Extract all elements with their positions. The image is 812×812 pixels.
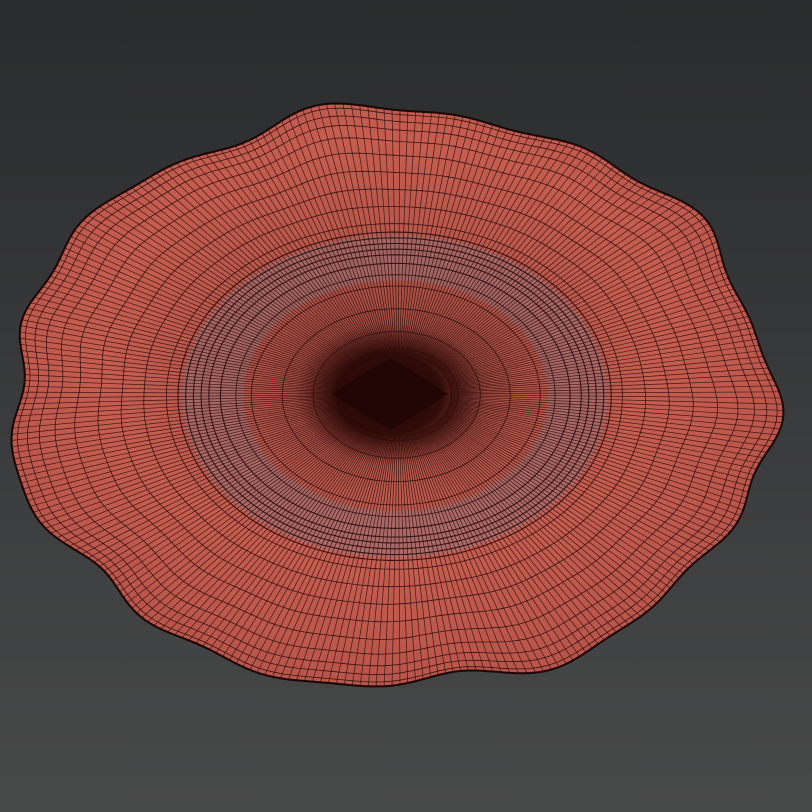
plate-center-pole — [295, 322, 485, 466]
3d-viewport[interactable] — [0, 0, 812, 812]
viewport-canvas — [4, 97, 792, 692]
plate-model[interactable] — [4, 97, 792, 692]
